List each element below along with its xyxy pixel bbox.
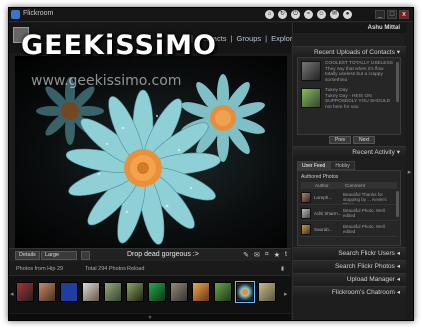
sidebar-toggle-icon[interactable]: ▸ — [405, 168, 413, 176]
flickroom-logo-icon — [11, 10, 20, 19]
upload-thumbnail — [301, 61, 321, 81]
tag-icon[interactable]: ⌗ — [265, 251, 269, 259]
sidebar: Ashu Mittal Recent Uploads of Contacts ▾… — [292, 23, 406, 320]
top-icon-bar: ⌂ ↻ ⏻ ≈ ☺ ✉ ● — [265, 10, 352, 19]
size-select[interactable]: Large — [41, 251, 77, 260]
search-users-header[interactable]: Search Flickr Users ◂ — [293, 247, 406, 259]
thumbnail[interactable] — [148, 282, 166, 302]
title-bar: Flickroom ⌂ ↻ ⏻ ≈ ☺ ✉ ● _ □ x — [9, 8, 413, 22]
thumbnail[interactable] — [60, 282, 78, 302]
main-panel: | Contacts | Groups | Explored GEEKiSSiM… — [9, 23, 301, 320]
user-icon[interactable]: ☺ — [317, 10, 326, 19]
toggle-button[interactable] — [81, 251, 90, 260]
activity-comment: Beautiful Photo. Well edited — [343, 224, 385, 235]
upload-text: Tukey Day Tukey Day - HEIS ON SUPPOSEDLY… — [325, 88, 391, 108]
user-name[interactable]: Ashu Mittal — [293, 23, 406, 33]
activity-scrollbar[interactable] — [396, 191, 399, 217]
photos-total: Total 294 Photos — [85, 266, 126, 272]
activity-thumbnail — [301, 208, 311, 219]
trash-icon[interactable]: ▮ — [281, 266, 284, 272]
prev-button[interactable]: Prev — [329, 136, 352, 144]
app-window: Flickroom ⌂ ↻ ⏻ ≈ ☺ ✉ ● _ □ x | Contacts… — [8, 7, 414, 321]
thumbnail-selected[interactable] — [235, 281, 255, 303]
table-row[interactable]: Loreph... Beautiful Thanks for stopping … — [301, 191, 397, 205]
refresh-icon[interactable]: ↻ — [278, 10, 287, 19]
recent-activity-header[interactable]: Recent Activity ▾ — [293, 146, 406, 158]
watermark-brand: GEEKiSSiMO — [21, 30, 217, 61]
rss-icon[interactable]: ≈ — [304, 10, 313, 19]
activity-author: Loreph... — [314, 195, 333, 200]
list-item[interactable]: COOLEST TOTALLY USELESS They say that wh… — [301, 61, 399, 83]
thumbnail[interactable] — [170, 282, 188, 302]
photos-info-bar: Photos from Hip 29 Total 294 Photos Relo… — [9, 263, 291, 275]
thumbnail[interactable] — [82, 282, 100, 302]
thumbnail-strip: ◂ ▸ — [9, 275, 291, 313]
tab-user-feed[interactable]: User Feed — [297, 161, 331, 170]
tab-hobby[interactable]: Hobby — [330, 161, 355, 170]
minimize-button[interactable]: _ — [375, 10, 385, 19]
upload-text: COOLEST TOTALLY USELESS They say that wh… — [325, 61, 393, 81]
activity-panel: Authored Photos Author Comment Loreph...… — [297, 170, 401, 246]
activity-comment: Beautiful Thanks for stopping by ... Kev… — [343, 192, 387, 204]
thumbnail[interactable] — [192, 282, 210, 302]
activity-author: Saurab... — [314, 227, 333, 232]
chatroom-header[interactable]: Flickroom's Chatroom ◂ — [293, 286, 406, 298]
activity-heading: Authored Photos — [301, 174, 339, 180]
window-controls: _ □ x — [375, 10, 409, 19]
reload-link[interactable]: Reload — [127, 266, 144, 272]
thumbnail[interactable] — [104, 282, 122, 302]
photo-toolbar: Details Large Drop dead gorgeous :> ✎ ✉ … — [9, 248, 291, 261]
list-item[interactable]: Tukey Day Tukey Day - HEIS ON SUPPOSEDLY… — [301, 88, 399, 110]
activity-thumbnail — [301, 192, 311, 203]
thumbnail[interactable] — [16, 282, 34, 302]
nav-separator: | — [265, 34, 268, 43]
table-row[interactable]: Aditi Sharm... Beautiful Photo. Well edi… — [301, 207, 397, 221]
photos-source[interactable]: Photos from Hip 29 — [16, 266, 63, 272]
activity-thumbnail — [301, 224, 311, 235]
close-button[interactable]: x — [399, 10, 409, 19]
dot-icon[interactable]: ● — [343, 10, 352, 19]
strip-left-arrow-icon[interactable]: ◂ — [10, 290, 14, 298]
upload-manager-header[interactable]: Upload Manager ◂ — [293, 273, 406, 285]
thumbnail[interactable] — [38, 282, 56, 302]
nav-separator: | — [230, 34, 233, 43]
thumbnails — [16, 281, 276, 303]
nav-groups[interactable]: Groups — [237, 34, 262, 43]
table-row[interactable]: Saurab... Beautiful Photo. Well edited — [301, 223, 397, 237]
next-button[interactable]: Next — [353, 136, 376, 144]
watermark-url: www.geekissimo.com — [31, 73, 182, 89]
strip-right-arrow-icon[interactable]: ▸ — [284, 290, 288, 298]
mail-icon[interactable]: ✉ — [330, 10, 339, 19]
column-comment: Comment — [345, 183, 365, 188]
recent-uploads-list: COOLEST TOTALLY USELESS They say that wh… — [297, 57, 401, 135]
uploads-scrollbar[interactable] — [396, 62, 399, 102]
home-icon[interactable]: ⌂ — [265, 10, 274, 19]
thumbnail[interactable] — [214, 282, 232, 302]
comment-icon[interactable]: ✉ — [254, 251, 260, 259]
photo-actions: ✎ ✉ ⌗ ★ t — [243, 251, 287, 259]
thumbnail[interactable] — [126, 282, 144, 302]
maximize-button[interactable]: □ — [387, 10, 397, 19]
thumbnail[interactable] — [258, 282, 276, 302]
activity-tabs: User Feed Hobby — [297, 161, 355, 170]
activity-columns: Author Comment — [301, 182, 397, 189]
column-author: Author — [315, 183, 329, 188]
details-button[interactable]: Details — [15, 251, 40, 260]
activity-author: Aditi Sharm... — [314, 211, 342, 216]
search-photos-header[interactable]: Search Flickr Photos ◂ — [293, 260, 406, 272]
background-flower-right — [181, 74, 265, 162]
photo-title: Drop dead gorgeous :> — [127, 251, 199, 258]
activity-comment: Beautiful Photo. Well edited — [343, 208, 385, 219]
twitter-icon[interactable]: t — [285, 251, 287, 259]
power-icon[interactable]: ⏻ — [291, 10, 300, 19]
upload-thumbnail — [301, 88, 321, 108]
favorite-icon[interactable]: ★ — [274, 251, 280, 259]
app-title: Flickroom — [23, 10, 54, 17]
edit-icon[interactable]: ✎ — [243, 251, 249, 259]
collapse-grip-icon[interactable]: ▼ — [9, 314, 291, 320]
